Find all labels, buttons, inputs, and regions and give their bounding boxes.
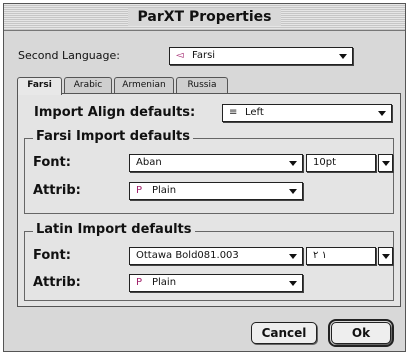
farsi-group-title: Farsi Import defaults [33,129,194,145]
tab-armenian[interactable]: Armenian [114,77,174,94]
farsi-font-popup[interactable]: Aban [129,154,303,172]
language-icon: ◅ [176,50,184,61]
import-align-value: Left [245,107,264,118]
style-icon: P [136,277,143,288]
chevron-down-icon [289,161,297,166]
farsi-size-menu-button[interactable] [378,154,393,172]
latin-size-field[interactable]: ١ ٢ [306,247,376,265]
latin-font-popup[interactable]: Ottawa Bold081.003 [129,247,303,265]
import-align-label: Import Align defaults: [34,105,196,120]
chevron-down-icon [289,281,297,286]
latin-size-menu-button[interactable] [378,247,393,265]
latin-attrib-label: Attrib: [33,275,81,290]
style-icon: P [136,185,143,196]
import-align-popup[interactable]: ≡ Left [222,104,392,122]
tab-arabic[interactable]: Arabic [64,77,112,94]
chevron-down-icon [289,254,297,259]
farsi-size-field[interactable]: 10pt [306,154,376,172]
latin-import-group: Latin Import defaults Font: Ottawa Bold0… [24,222,394,301]
latin-attrib-popup[interactable]: P Plain [129,274,303,292]
latin-attrib-value: Plain [152,277,177,288]
latin-size-value: ١ ٢ [313,250,327,261]
window-title: ParXT Properties [127,8,282,26]
title-bar[interactable]: ParXT Properties [4,4,405,31]
cancel-button[interactable]: Cancel [251,322,317,344]
align-left-icon: ≡ [229,107,238,118]
latin-font-value: Ottawa Bold081.003 [136,250,239,261]
latin-font-label: Font: [33,248,71,263]
second-language-label: Second Language: [18,49,120,62]
farsi-attrib-label: Attrib: [33,183,81,198]
chevron-down-icon [339,54,347,59]
chevron-down-icon [382,254,390,259]
tab-farsi[interactable]: Farsi [17,77,62,95]
farsi-font-label: Font: [33,155,71,170]
chevron-down-icon [378,111,386,116]
farsi-font-value: Aban [136,157,162,168]
ok-button[interactable]: Ok [328,319,394,347]
chevron-down-icon [382,161,390,166]
tab-panel: Import Align defaults: ≡ Left Farsi Impor… [17,93,401,307]
latin-group-title: Latin Import defaults [33,222,195,238]
tab-russia[interactable]: Russia [176,77,228,94]
farsi-attrib-popup[interactable]: P Plain [129,182,303,200]
farsi-attrib-value: Plain [152,185,177,196]
properties-dialog: ParXT Properties Second Language: ◅ Farsi… [3,3,406,352]
farsi-import-group: Farsi Import defaults Font: Aban 10pt At… [24,129,394,214]
farsi-size-value: 10pt [313,157,336,168]
chevron-down-icon [289,189,297,194]
second-language-value: Farsi [192,50,216,61]
second-language-popup[interactable]: ◅ Farsi [169,47,353,65]
